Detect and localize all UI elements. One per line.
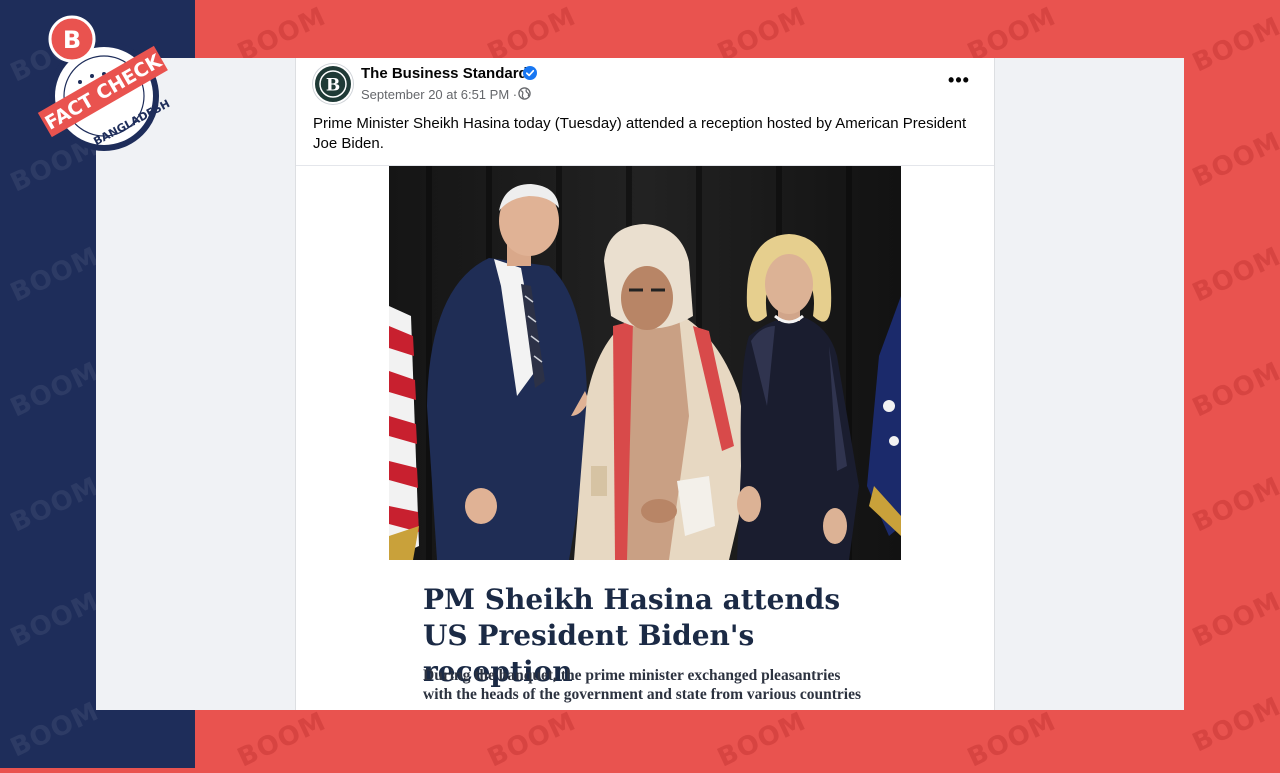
more-options-icon[interactable]: ••• bbox=[944, 70, 974, 94]
fact-check-badge: B FACT CHECK BANGLADESH bbox=[22, 14, 172, 159]
facebook-post-card: B The Business Standard September 20 at … bbox=[295, 58, 995, 710]
headline-line: PM Sheikh Hasina attends bbox=[423, 583, 841, 616]
page-avatar[interactable]: B bbox=[313, 64, 353, 104]
post-photo[interactable] bbox=[389, 166, 901, 560]
page-name[interactable]: The Business Standard bbox=[361, 65, 528, 82]
post-timestamp[interactable]: September 20 at 6:51 PM bbox=[361, 87, 509, 102]
post-meta: September 20 at 6:51 PM · bbox=[361, 87, 517, 102]
boom-logo-letter: B bbox=[63, 26, 81, 54]
verified-badge-icon bbox=[523, 66, 537, 80]
subhead-line: with the heads of the government and sta… bbox=[423, 686, 861, 703]
article-headline-area[interactable]: PM Sheikh Hasina attends US President Bi… bbox=[389, 560, 901, 710]
meta-separator: · bbox=[512, 87, 518, 102]
post-caption: Prime Minister Sheikh Hasina today (Tues… bbox=[313, 115, 967, 152]
subhead-line: During the banquet, the prime minister e… bbox=[423, 667, 841, 684]
reception-photo bbox=[389, 166, 901, 560]
tbs-logo-icon: B bbox=[316, 67, 350, 101]
globe-icon[interactable] bbox=[518, 87, 531, 100]
screenshot-frame: B The Business Standard September 20 at … bbox=[96, 58, 1184, 710]
article-subheadline: During the banquet, the prime minister e… bbox=[423, 666, 893, 704]
svg-text:B: B bbox=[326, 76, 340, 96]
